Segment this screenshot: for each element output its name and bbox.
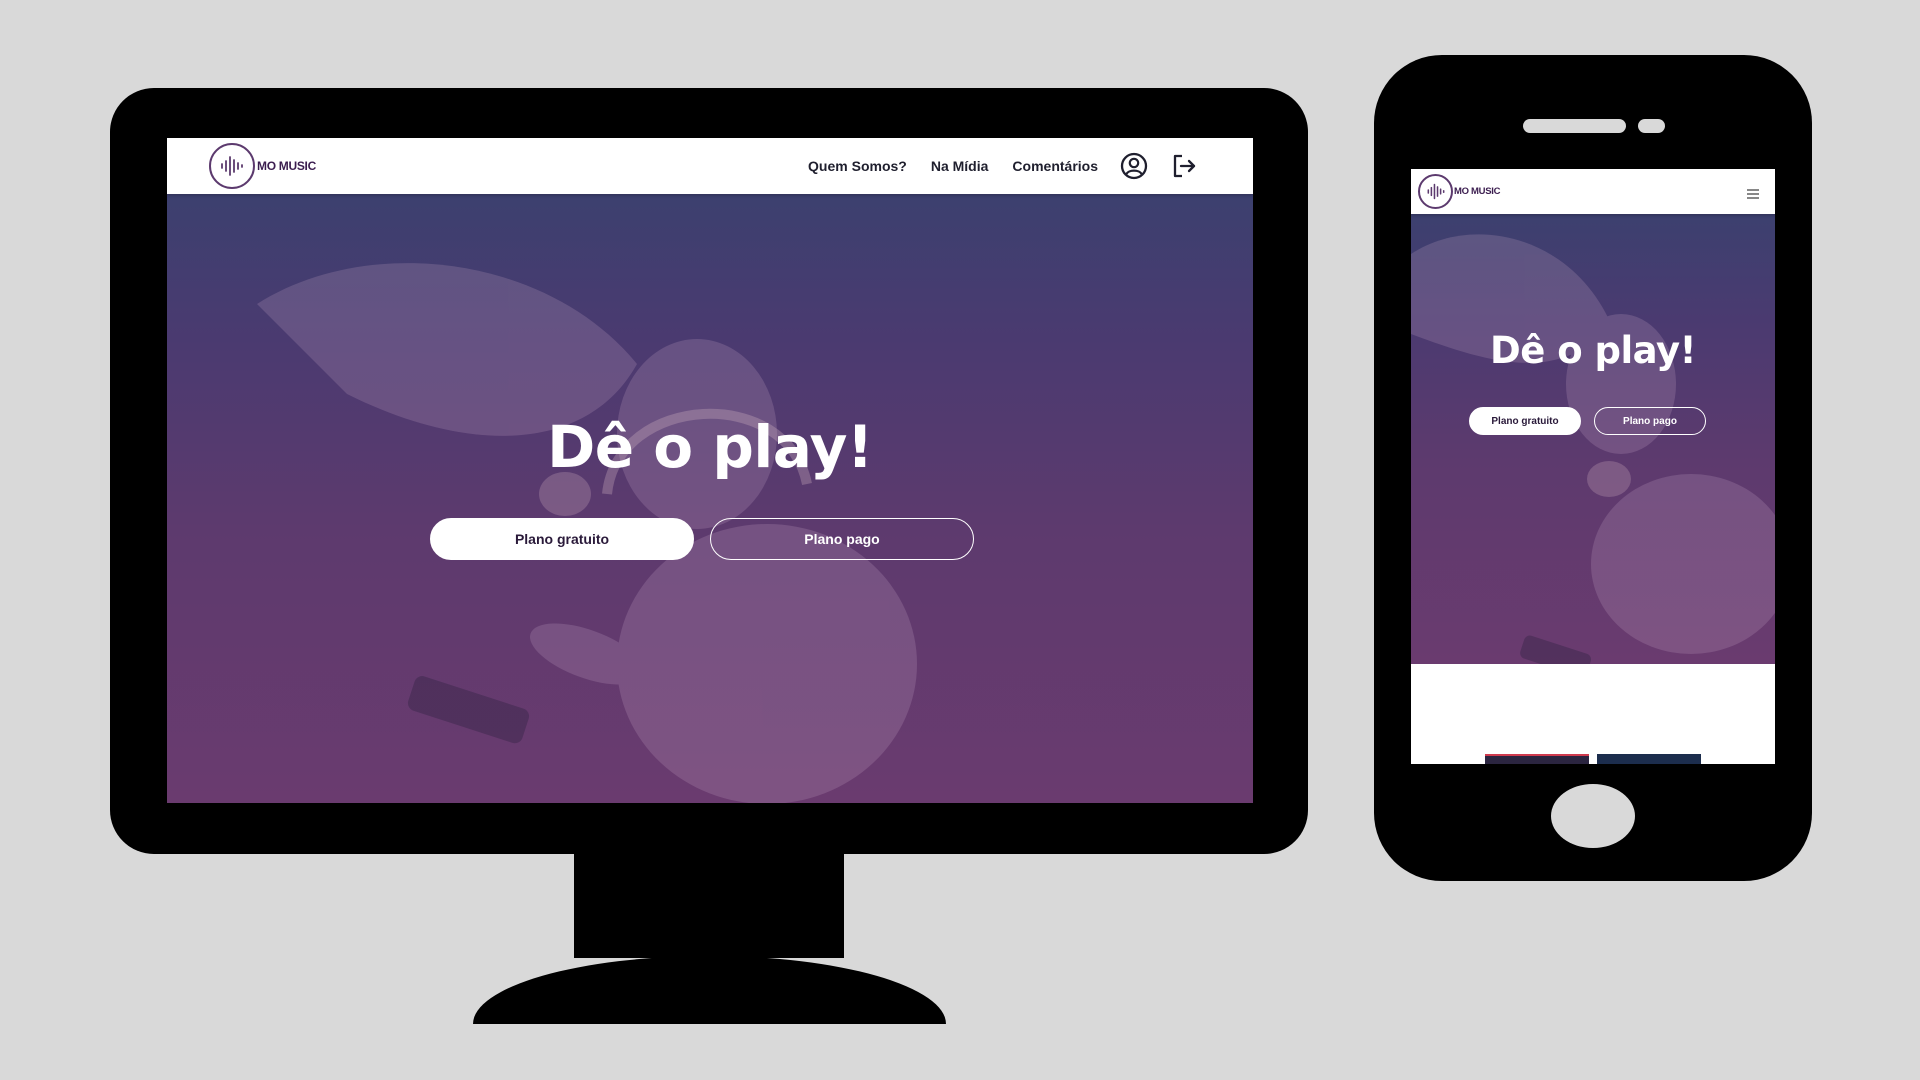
sound-wave-logo-icon xyxy=(209,143,255,189)
content-card-thumbnail[interactable] xyxy=(1485,754,1589,764)
nav-link-quem-somos[interactable]: Quem Somos? xyxy=(808,158,907,174)
brand-name: MO MUSIC xyxy=(257,159,316,173)
hero-background-photo xyxy=(257,263,917,803)
hamburger-menu-icon[interactable] xyxy=(1746,185,1760,204)
desktop-monitor-base xyxy=(473,956,946,1024)
hero-title: Dê o play! xyxy=(547,413,873,481)
desktop-screen: MO MUSIC Quem Somos? Na Mídia Comentário… xyxy=(167,138,1253,803)
mobile-hero-content: Dê o play! xyxy=(1411,329,1775,373)
phone-speaker xyxy=(1523,119,1626,133)
paid-plan-button[interactable]: Plano pago xyxy=(710,518,974,560)
user-circle-icon[interactable] xyxy=(1120,152,1148,180)
mobile-hero: Dê o play! Plano gratuito Plano pago xyxy=(1411,214,1775,664)
mobile-brand[interactable]: MO MUSIC xyxy=(1418,174,1500,209)
free-plan-button[interactable]: Plano gratuito xyxy=(430,518,694,560)
paid-plan-button[interactable]: Plano pago xyxy=(1594,407,1706,435)
logout-icon[interactable] xyxy=(1170,152,1198,180)
content-card-thumbnail[interactable] xyxy=(1597,754,1701,764)
desktop-hero: Dê o play! Plano gratuito Plano pago xyxy=(167,194,1253,803)
desktop-navbar: MO MUSIC Quem Somos? Na Mídia Comentário… xyxy=(167,138,1253,194)
desktop-nav-links: Quem Somos? Na Mídia Comentários xyxy=(784,138,1198,194)
mobile-navbar: MO MUSIC xyxy=(1411,169,1775,214)
desktop-hero-content: Dê o play! xyxy=(167,412,1253,482)
sound-wave-logo-icon xyxy=(1418,174,1453,209)
hero-title: Dê o play! xyxy=(1490,329,1696,372)
hero-background-photo xyxy=(1411,234,1775,664)
brand-name: MO MUSIC xyxy=(1454,186,1501,197)
phone-home-button[interactable] xyxy=(1551,784,1635,848)
mobile-screen: MO MUSIC Dê o play! Plano gratuito Plano… xyxy=(1411,169,1775,764)
nav-link-comentarios[interactable]: Comentários xyxy=(1012,158,1098,174)
desktop-monitor-neck xyxy=(574,854,844,958)
nav-link-na-midia[interactable]: Na Mídia xyxy=(931,158,989,174)
free-plan-button[interactable]: Plano gratuito xyxy=(1469,407,1581,435)
desktop-brand[interactable]: MO MUSIC xyxy=(209,143,316,189)
phone-camera xyxy=(1638,119,1665,133)
